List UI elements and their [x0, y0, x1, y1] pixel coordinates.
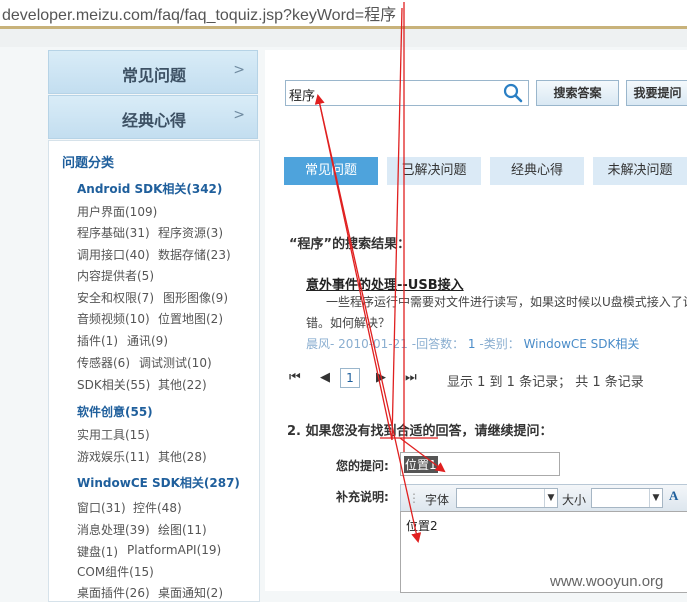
- search-results-header: “程序”的搜索结果：: [289, 237, 411, 252]
- tab-faq[interactable]: 常见问题: [284, 157, 378, 185]
- address-bar[interactable]: developer.meizu.com/faq/faq_toquiz.jsp?k…: [0, 0, 687, 29]
- ask-question-button[interactable]: 我要提问: [626, 80, 687, 106]
- category-item[interactable]: 音频视频(10): [77, 310, 150, 327]
- category-item[interactable]: COM组件(15): [77, 563, 154, 580]
- ask-section-header: 2. 如果您没有找到合适的回答，请继续提问：: [287, 424, 553, 439]
- result-date: 2010-01-21: [338, 337, 408, 351]
- category-item[interactable]: 程序资源(3): [158, 224, 223, 241]
- font-color-icon[interactable]: A: [669, 488, 678, 504]
- category-item[interactable]: 用户界面(109): [77, 203, 157, 220]
- category-item[interactable]: 控件(48): [133, 499, 182, 516]
- category-item[interactable]: 消息处理(39): [77, 521, 150, 538]
- search-value[interactable]: 程序: [289, 85, 315, 104]
- category-item[interactable]: 游戏娱乐(11): [77, 448, 150, 465]
- question-input[interactable]: 位置1: [400, 452, 560, 476]
- nav-faq[interactable]: 常见问题 >: [48, 50, 258, 94]
- tab-unsolved[interactable]: 未解决问题: [593, 157, 687, 185]
- supplement-label: 补充说明:: [336, 490, 389, 504]
- result-title-link[interactable]: 意外事件的处理--USB接入: [306, 274, 464, 293]
- size-label: 大小: [562, 493, 587, 507]
- font-select[interactable]: ▼: [456, 488, 558, 508]
- category-item[interactable]: 其他(22): [158, 376, 207, 393]
- toolbar-grip: ⋮: [408, 491, 420, 505]
- category-item[interactable]: 插件(1): [77, 332, 118, 349]
- result-description: 一些程序运行中需要对文件进行读写，如果这时候以U盘模式接入了计: [326, 295, 687, 309]
- result-description-cont: 错。如何解决？: [306, 316, 391, 330]
- category-item[interactable]: 图形图像(9): [163, 289, 228, 306]
- nav-experience-label: 经典心得: [121, 111, 186, 130]
- category-item[interactable]: 键盘(1): [77, 543, 118, 560]
- search-answers-button[interactable]: 搜索答案: [536, 80, 619, 106]
- category-item[interactable]: 数据存储(23): [158, 246, 231, 263]
- next-page-icon[interactable]: ▶: [376, 370, 386, 385]
- category-item[interactable]: 绘图(11): [158, 521, 207, 538]
- category-item[interactable]: PlatformAPI(19): [127, 543, 221, 557]
- nav-faq-label: 常见问题: [121, 66, 186, 85]
- size-select[interactable]: ▼: [591, 488, 663, 508]
- url-text[interactable]: developer.meizu.com/faq/faq_toquiz.jsp?k…: [2, 1, 396, 25]
- last-page-icon[interactable]: ⏭: [405, 370, 417, 385]
- category-item[interactable]: 实用工具(15): [77, 426, 150, 443]
- category-item[interactable]: 安全和权限(7): [77, 289, 154, 306]
- group-software-idea[interactable]: 软件创意(55): [77, 403, 153, 420]
- answers-count: 1: [467, 337, 476, 351]
- prev-page-icon[interactable]: ◀: [320, 370, 330, 385]
- category-item[interactable]: 调试测试(10): [139, 354, 212, 371]
- category-title: 问题分类: [62, 156, 115, 171]
- nav-experience[interactable]: 经典心得 >: [48, 95, 258, 139]
- top-strip: [0, 29, 687, 47]
- tab-solved[interactable]: 已解决问题: [387, 157, 481, 185]
- question-value[interactable]: 位置1: [404, 456, 438, 473]
- editor-value[interactable]: 位置2: [406, 517, 438, 534]
- category-item[interactable]: 桌面通知(2): [158, 584, 223, 601]
- font-label: 字体: [425, 493, 450, 507]
- result-author[interactable]: 晨风: [306, 337, 330, 351]
- current-page[interactable]: 1: [340, 368, 360, 388]
- category-item[interactable]: 程序基础(31): [77, 224, 150, 241]
- group-android-sdk[interactable]: Android SDK相关(342): [77, 180, 222, 197]
- search-icon[interactable]: [503, 83, 523, 103]
- category-item[interactable]: 通讯(9): [127, 332, 168, 349]
- category-item[interactable]: 桌面插件(26): [77, 584, 150, 601]
- watermark-text: www.wooyun.org: [550, 573, 664, 590]
- category-label: -类别：: [479, 337, 520, 351]
- answers-label: -回答数：: [411, 337, 465, 351]
- dropdown-arrow-icon: ▼: [544, 489, 557, 507]
- category-item[interactable]: SDK相关(55): [77, 376, 150, 393]
- page-info: 显示 1 到 1 条记录； 共 1 条记录: [447, 375, 644, 390]
- dropdown-arrow-icon: ▼: [649, 489, 662, 507]
- category-item[interactable]: 位置地图(2): [158, 310, 223, 327]
- chevron-right-icon: >: [233, 62, 245, 78]
- category-item[interactable]: 其他(28): [158, 448, 207, 465]
- question-label: 您的提问:: [336, 459, 389, 473]
- first-page-icon[interactable]: ⏮: [289, 370, 301, 385]
- tab-experience[interactable]: 经典心得: [490, 157, 584, 185]
- category-item[interactable]: 调用接口(40): [77, 246, 150, 263]
- search-input[interactable]: 程序: [285, 80, 529, 106]
- group-windowce-sdk[interactable]: WindowCE SDK相关(287): [77, 474, 240, 491]
- result-meta: 晨风- 2010-01-21 -回答数： 1 -类别： WindowCE SDK…: [306, 337, 640, 351]
- category-item[interactable]: 传感器(6): [77, 354, 130, 371]
- category-panel: 问题分类 Android SDK相关(342) 用户界面(109) 程序基础(3…: [48, 140, 260, 602]
- editor-toolbar: ⋮ 字体 ▼ 大小 ▼ A: [400, 484, 687, 512]
- side-nav: 常见问题 > 经典心得 >: [48, 50, 258, 140]
- result-category[interactable]: WindowCE SDK相关: [524, 337, 640, 351]
- category-item[interactable]: 内容提供者(5): [77, 267, 154, 284]
- chevron-right-icon: >: [233, 107, 245, 123]
- category-item[interactable]: 窗口(31): [77, 499, 126, 516]
